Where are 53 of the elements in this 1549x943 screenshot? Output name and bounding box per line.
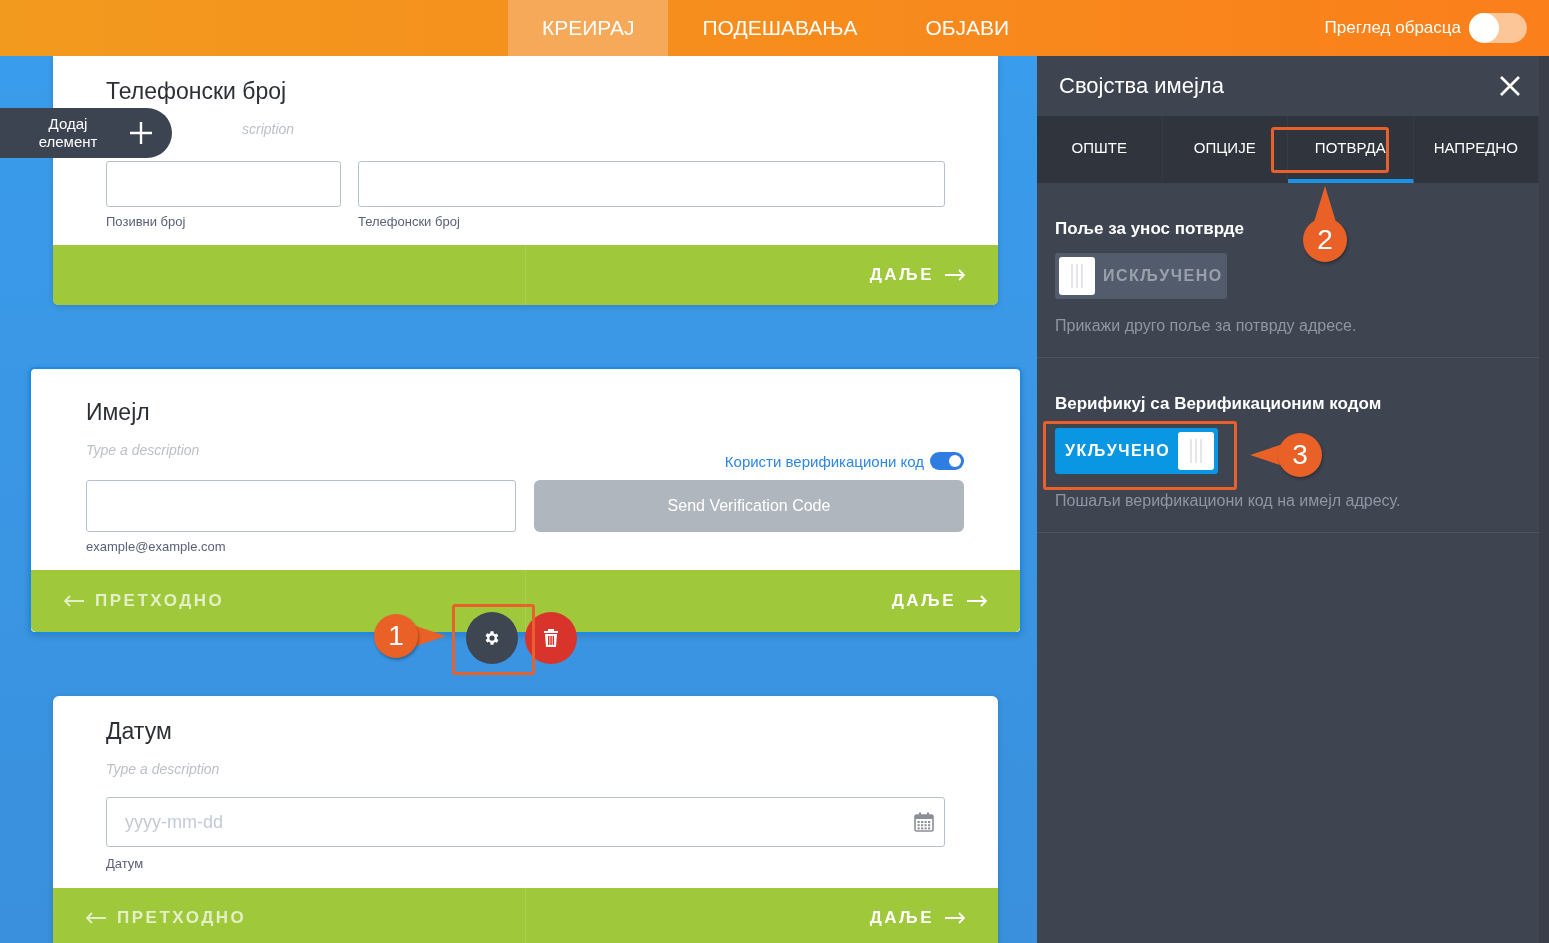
next-button[interactable]: ДАЉЕ — [869, 908, 966, 928]
previous-button[interactable]: ПРЕТХОДНО — [85, 908, 247, 928]
description-text: Type a description — [86, 442, 201, 458]
step-callout: 3 — [1250, 433, 1322, 477]
step-callout: 1 — [374, 614, 446, 658]
verification-toggle[interactable] — [930, 452, 964, 470]
plus-icon — [128, 120, 154, 146]
toggle-switch[interactable]: ИСКЉУЧЕНО — [1055, 253, 1227, 299]
close-icon — [1499, 75, 1521, 97]
field-label: Телефонски број — [358, 214, 461, 229]
right-arrow-icon — [966, 595, 988, 607]
field-title: Датум — [106, 718, 173, 745]
text-field[interactable] — [358, 161, 945, 207]
setting-description: Прикажи друго поље за потврду адресе. — [1055, 317, 1357, 335]
next-button[interactable]: ДАЉЕ — [891, 591, 988, 611]
panel-title: Својства имејла — [1059, 73, 1224, 99]
text-field[interactable] — [106, 161, 341, 207]
preview-label: Преглед обрасца — [1324, 18, 1461, 38]
field-label: Позивни број — [106, 214, 187, 229]
form-card[interactable]: Датум Type a description yyyy-mm-dd Датум ПРЕТХОДНО ДАЉЕ — [53, 696, 998, 943]
right-arrow-icon — [944, 269, 966, 281]
settings-icon — [483, 629, 501, 647]
right-arrow-icon — [944, 912, 966, 924]
setting-title: Верификуј са Верификационим кодом — [1055, 394, 1382, 414]
add-element-button[interactable]: Додај елемент — [0, 108, 172, 158]
calendar-icon[interactable] — [913, 811, 935, 833]
nav-tab[interactable]: КРЕИРАЈ — [508, 0, 669, 56]
description-text: scription — [241, 121, 295, 137]
nav-tab[interactable]: ПОДЕШАВАЊА — [668, 0, 892, 56]
field-label: Датум — [106, 856, 144, 871]
left-arrow-icon — [85, 912, 107, 924]
left-arrow-icon — [63, 595, 85, 607]
setting-title: Поље за унос потврде — [1055, 219, 1244, 239]
setting-description: Пошаљи верификациони код на имејл адресу. — [1055, 492, 1401, 510]
toggle-switch[interactable]: УКЉУЧЕНО — [1055, 428, 1219, 474]
trash-icon — [543, 628, 559, 648]
panel-tab[interactable]: ОПЦИЈЕ — [1162, 116, 1288, 183]
description-text: Type a description — [106, 761, 221, 777]
panel-tab[interactable]: НАПРЕДНО — [1413, 116, 1539, 183]
nav-tab[interactable]: ОБЈАВИ — [891, 0, 1044, 56]
previous-button[interactable]: ПРЕТХОДНО — [63, 591, 225, 611]
field-title: Телефонски број — [106, 78, 288, 105]
panel-tab[interactable]: ПОТВРДА — [1288, 116, 1414, 183]
step-callout: 2 — [1303, 186, 1347, 262]
close-button[interactable] — [1499, 75, 1521, 97]
verification-label: Користи верификациони код — [724, 452, 924, 470]
field-label: example@example.com — [86, 539, 227, 554]
field-title: Имејл — [86, 399, 151, 426]
preview-toggle[interactable] — [1469, 13, 1527, 43]
next-button[interactable]: ДАЉЕ — [869, 265, 966, 285]
email-field[interactable] — [86, 480, 516, 532]
panel-tab[interactable]: ОПШТЕ — [1037, 116, 1163, 183]
date-field[interactable]: yyyy-mm-dd — [106, 797, 945, 847]
